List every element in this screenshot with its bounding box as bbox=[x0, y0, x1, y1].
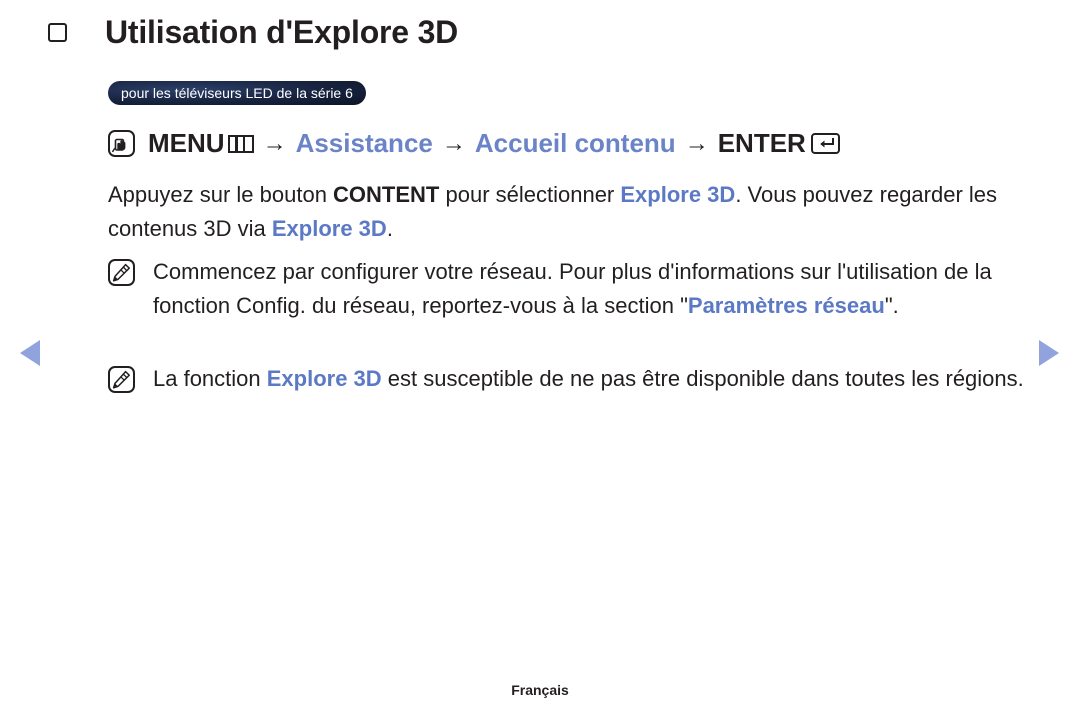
note-2-text-a: La fonction bbox=[153, 366, 267, 391]
menu-grid-icon bbox=[227, 134, 254, 153]
path-step-accueil-contenu: Accueil contenu bbox=[474, 128, 676, 158]
explore-3d-highlight-2: Explore 3D bbox=[271, 216, 387, 241]
note-text: La fonction Explore 3D est susceptible d… bbox=[153, 362, 1038, 396]
triangle-right-icon[interactable] bbox=[1039, 340, 1059, 366]
note-text: Commencez par configurer votre réseau. P… bbox=[153, 255, 1038, 323]
intro-text-d: . bbox=[386, 216, 393, 241]
square-bullet-icon bbox=[48, 23, 67, 42]
path-arrow-1: → bbox=[262, 129, 287, 157]
footer-language: Français bbox=[511, 682, 569, 698]
enter-key-icon bbox=[810, 133, 840, 154]
intro-text-b: pour sélectionner bbox=[439, 182, 621, 207]
path-arrow-2: → bbox=[441, 129, 466, 157]
intro-text-a: Appuyez sur le bouton bbox=[108, 182, 334, 207]
page-title: Utilisation d'Explore 3D bbox=[48, 14, 458, 51]
note-1-text-b: ". bbox=[884, 293, 899, 318]
parametres-reseau-highlight: Paramètres réseau bbox=[687, 293, 885, 318]
note-2-text-b: est susceptible de ne pas être disponibl… bbox=[381, 366, 1024, 391]
intro-paragraph: Appuyez sur le bouton CONTENT pour sélec… bbox=[108, 178, 1033, 246]
enter-label: ENTER bbox=[717, 128, 806, 158]
note-pencil-icon bbox=[108, 366, 135, 393]
document-page: Utilisation d'Explore 3D pour les télévi… bbox=[0, 0, 1080, 705]
page-title-text: Utilisation d'Explore 3D bbox=[105, 14, 459, 50]
explore-3d-highlight-3: Explore 3D bbox=[266, 366, 382, 391]
path-step-assistance: Assistance bbox=[295, 128, 433, 158]
menu-label: MENU bbox=[148, 128, 225, 158]
menu-path-breadcrumb: MENU → Assistance → Accueil contenu → EN… bbox=[108, 128, 840, 159]
path-arrow-3: → bbox=[684, 129, 709, 157]
triangle-left-icon[interactable] bbox=[20, 340, 40, 366]
note-item: La fonction Explore 3D est susceptible d… bbox=[108, 362, 1038, 396]
note-pencil-icon bbox=[108, 259, 135, 286]
hand-press-icon bbox=[108, 130, 135, 157]
content-button-name: CONTENT bbox=[333, 182, 440, 207]
note-item: Commencez par configurer votre réseau. P… bbox=[108, 255, 1038, 323]
model-series-badge: pour les téléviseurs LED de la série 6 bbox=[108, 81, 366, 105]
explore-3d-highlight-1: Explore 3D bbox=[620, 182, 736, 207]
